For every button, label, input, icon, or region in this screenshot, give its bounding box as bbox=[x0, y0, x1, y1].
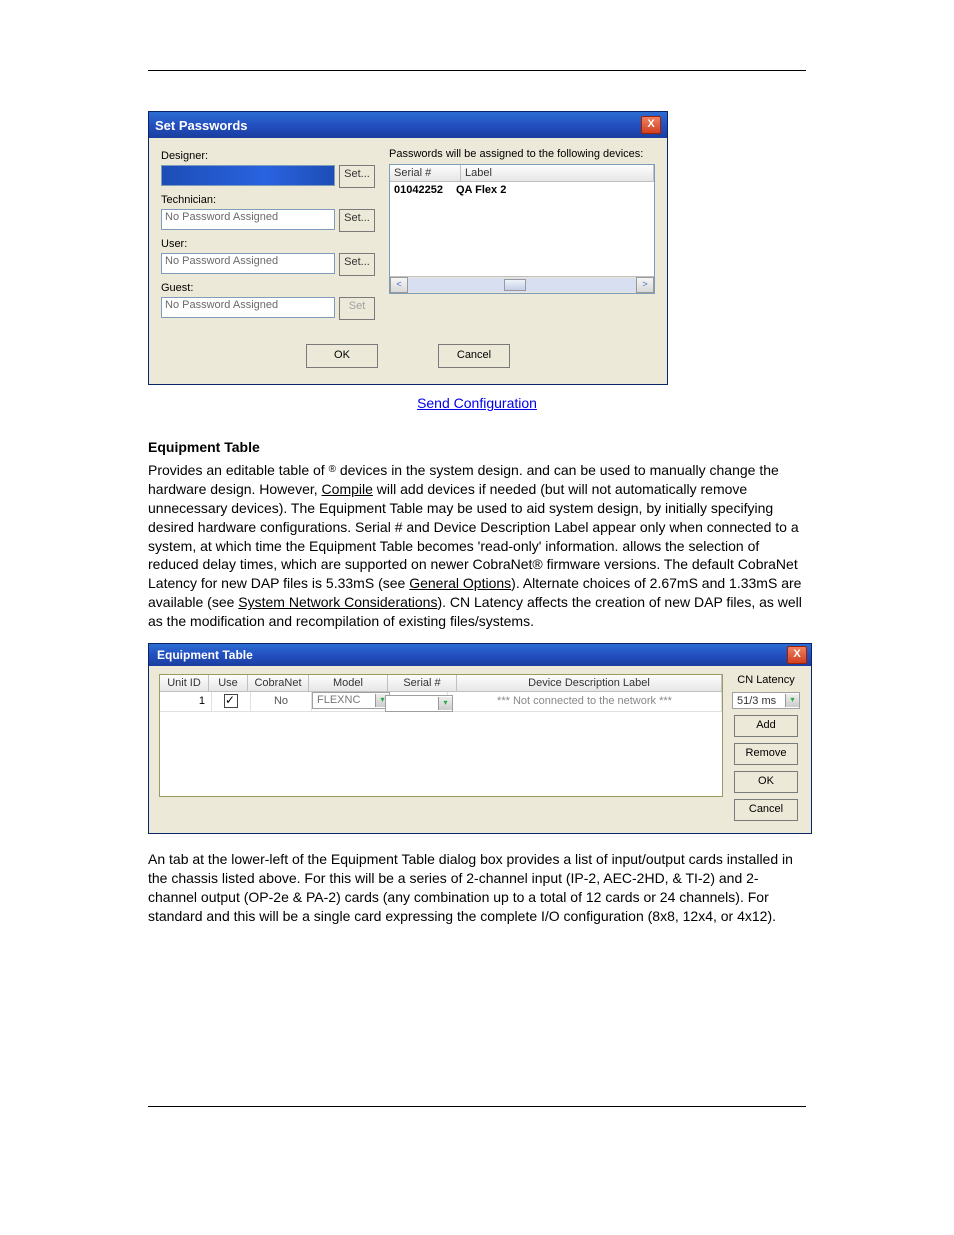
scroll-thumb[interactable] bbox=[504, 279, 526, 291]
model-value: FLEXNC bbox=[317, 692, 360, 709]
designer-input[interactable] bbox=[161, 165, 335, 186]
guest-input[interactable]: No Password Assigned bbox=[161, 297, 335, 318]
col-use[interactable]: Use bbox=[209, 675, 248, 691]
col-cobranet[interactable]: CobraNet bbox=[248, 675, 309, 691]
user-label: User: bbox=[161, 238, 375, 250]
user-input[interactable]: No Password Assigned bbox=[161, 253, 335, 274]
p2-t5: this will be a single card expressing th… bbox=[234, 908, 776, 924]
set-passwords-dialog: Set Passwords X Designer: Set... Technic… bbox=[148, 111, 668, 385]
technician-label: Technician: bbox=[161, 194, 375, 206]
caption-link-wrap: Send Configuration bbox=[148, 395, 806, 411]
titlebar-title: Set Passwords bbox=[155, 118, 641, 133]
cell-cobranet: No bbox=[251, 692, 312, 711]
designer-label: Designer: bbox=[161, 150, 375, 162]
paragraph-2: An tab at the lower-left of the Equipmen… bbox=[148, 850, 806, 926]
cell-desc: *** Not connected to the network *** bbox=[448, 692, 722, 711]
cn-latency-value: 51/3 ms bbox=[737, 695, 776, 707]
technician-input[interactable]: No Password Assigned bbox=[161, 209, 335, 230]
top-rule bbox=[148, 70, 806, 71]
bottom-rule bbox=[148, 1106, 806, 1107]
p1-t3: and bbox=[527, 462, 554, 478]
grid-blank bbox=[160, 712, 722, 796]
technician-set-button[interactable]: Set... bbox=[339, 209, 375, 232]
close-icon[interactable]: X bbox=[641, 116, 661, 134]
cn-latency-label: CN Latency bbox=[737, 674, 794, 686]
col-model[interactable]: Model bbox=[309, 675, 388, 691]
titlebar-2[interactable]: Equipment Table X bbox=[149, 644, 811, 666]
equipment-table-heading: Equipment Table bbox=[148, 439, 806, 455]
use-checkbox[interactable] bbox=[224, 694, 238, 708]
p2-t4: and bbox=[206, 908, 233, 924]
devices-header: Passwords will be assigned to the follow… bbox=[389, 148, 655, 160]
remove-button[interactable]: Remove bbox=[734, 743, 798, 765]
cell-unitid: 1 bbox=[160, 692, 212, 711]
titlebar-2-title: Equipment Table bbox=[157, 648, 253, 662]
col-label[interactable]: Label bbox=[461, 165, 654, 181]
p1-t2: devices in the system design. bbox=[336, 462, 527, 478]
cancel-button[interactable]: Cancel bbox=[438, 344, 510, 368]
general-options-link[interactable]: General Options bbox=[409, 575, 511, 591]
equipment-grid: Unit ID Use CobraNet Model Serial # Devi… bbox=[159, 674, 723, 797]
cell-use[interactable] bbox=[212, 692, 251, 711]
compile-link[interactable]: Compile bbox=[322, 481, 373, 497]
system-network-link[interactable]: System Network Considerations bbox=[238, 594, 437, 610]
table-row[interactable]: 1 No FLEXNC▾ ▾ *** Not connected to the … bbox=[160, 692, 722, 712]
col-unitid[interactable]: Unit ID bbox=[160, 675, 209, 691]
col-desc[interactable]: Device Description Label bbox=[457, 675, 722, 691]
close-icon-2[interactable]: X bbox=[787, 646, 807, 664]
ok-button[interactable]: OK bbox=[306, 344, 378, 368]
reg-mark: ® bbox=[329, 464, 336, 475]
col-serial[interactable]: Serial # bbox=[390, 165, 461, 181]
chevron-down-icon-3[interactable]: ▾ bbox=[785, 694, 799, 707]
equipment-table-dialog: Equipment Table X Unit ID Use CobraNet M… bbox=[148, 643, 812, 834]
device-serial: 01042252 bbox=[394, 184, 456, 196]
cell-model[interactable]: FLEXNC▾ bbox=[312, 692, 385, 709]
h-scrollbar[interactable]: < > bbox=[390, 276, 654, 293]
cn-latency-select[interactable]: 51/3 ms ▾ bbox=[732, 692, 800, 709]
col-serial-2[interactable]: Serial # bbox=[388, 675, 457, 691]
p2-t1: An bbox=[148, 851, 169, 867]
titlebar[interactable]: Set Passwords X bbox=[149, 112, 667, 138]
device-row[interactable]: 01042252 QA Flex 2 bbox=[390, 182, 654, 198]
send-configuration-link[interactable]: Send Configuration bbox=[417, 395, 537, 411]
add-button[interactable]: Add bbox=[734, 715, 798, 737]
cell-serial[interactable]: ▾ bbox=[385, 692, 448, 709]
p1-t1: Provides an editable table of bbox=[148, 462, 329, 478]
ok-button-2[interactable]: OK bbox=[734, 771, 798, 793]
designer-set-button[interactable]: Set... bbox=[339, 165, 375, 188]
guest-set-button: Set bbox=[339, 297, 375, 320]
scroll-right-icon[interactable]: > bbox=[636, 277, 654, 293]
cancel-button-2[interactable]: Cancel bbox=[734, 799, 798, 821]
device-label: QA Flex 2 bbox=[456, 184, 650, 196]
paragraph-1: Provides an editable table of ® devices … bbox=[148, 461, 806, 631]
scroll-track[interactable] bbox=[408, 278, 636, 292]
devices-list: Serial # Label 01042252 QA Flex 2 < > bbox=[389, 164, 655, 294]
scroll-left-icon[interactable]: < bbox=[390, 277, 408, 293]
user-set-button[interactable]: Set... bbox=[339, 253, 375, 276]
guest-label: Guest: bbox=[161, 282, 375, 294]
